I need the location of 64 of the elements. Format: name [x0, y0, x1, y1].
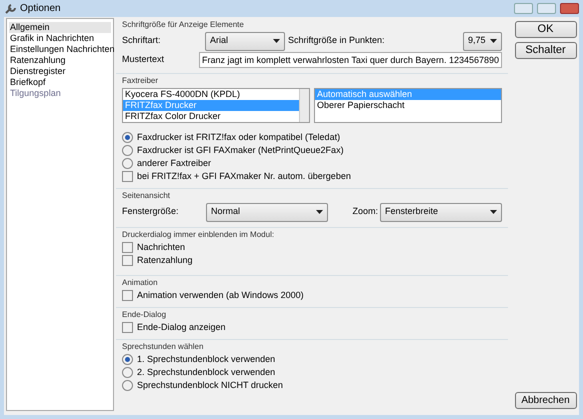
close-button[interactable] — [560, 3, 579, 14]
radio-button[interactable] — [122, 132, 133, 143]
dropdown-value: 9,75 — [468, 34, 486, 48]
option-label: Ende-Dialog anzeigen — [137, 320, 226, 334]
option-label: Animation verwenden (ab Windows 2000) — [137, 288, 304, 302]
list-item[interactable]: Oberer Papierschacht — [315, 100, 501, 111]
dropdown-caret-icon — [316, 210, 323, 214]
option-label: Nachrichten — [137, 240, 186, 254]
field-label: Fenstergröße: — [122, 205, 180, 218]
option-label: anderer Faxtreiber — [137, 156, 212, 170]
group-title: Schriftgröße für Anzeige Elemente — [122, 20, 245, 30]
option-label: bei FRITZ!fax + GFI FAXmaker Nr. autom. übergeben — [137, 170, 351, 183]
wrench-icon — [4, 2, 16, 14]
group-title: Animation — [122, 278, 159, 288]
dropdown-value: Normal — [211, 205, 240, 218]
sidebar-item[interactable]: Briefkopf — [9, 77, 111, 88]
group-title: Druckerdialog immer einblenden im Modul: — [122, 230, 276, 240]
field-label: Schriftart: — [122, 34, 162, 48]
sidebar-item[interactable]: Ratenzahlung — [9, 55, 111, 66]
option-label: Faxdrucker ist FRITZ!fax oder kompatibel (Teledat) — [137, 130, 340, 144]
list-item[interactable]: Kyocera FS-4000DN (KPDL) — [123, 89, 299, 100]
option-label: Ratenzahlung — [137, 254, 193, 267]
option-label: Sprechstundenblock NICHT drucken — [137, 378, 283, 392]
dropdown-value: Arial — [210, 34, 228, 48]
window-title: Optionen — [20, 2, 61, 16]
option-label: 2. Sprechstundenblock verwenden — [137, 366, 276, 379]
radio-button[interactable] — [122, 367, 133, 378]
field-label: Mustertext — [122, 52, 166, 66]
checkbox[interactable] — [122, 255, 133, 266]
font-dropdown[interactable]: Arial — [205, 32, 285, 50]
dropdown-caret-icon — [490, 39, 497, 43]
radio-button[interactable] — [122, 354, 133, 365]
scrollbar[interactable] — [299, 89, 309, 122]
field-label: Zoom: — [352, 205, 378, 218]
group-title: Ende-Dialog — [122, 310, 168, 320]
sidebar-item[interactable]: Dienstregister — [9, 66, 111, 77]
radio-button[interactable] — [122, 145, 133, 156]
dialog-button[interactable]: Schalter — [514, 42, 576, 59]
checkbox[interactable] — [122, 322, 133, 333]
group-title: Sprechstunden wählen — [122, 342, 204, 352]
cancel-button[interactable]: Abbrechen — [514, 392, 576, 409]
group-title: Faxtreiber — [122, 76, 160, 86]
radio-button[interactable] — [122, 158, 133, 169]
zoom-dropdown[interactable]: Fensterbreite — [380, 202, 502, 222]
option-label: 1. Sprechstundenblock verwenden — [137, 352, 276, 366]
dropdown-caret-icon — [273, 39, 280, 43]
dropdown-caret-icon — [490, 210, 497, 214]
window-size-dropdown[interactable]: Normal — [206, 202, 328, 222]
radio-button[interactable] — [122, 380, 133, 391]
dropdown-value: Fensterbreite — [385, 205, 438, 218]
minimize-button[interactable] — [514, 3, 533, 14]
checkbox[interactable] — [122, 242, 133, 253]
font-size-dropdown[interactable]: 9,75 — [463, 32, 502, 50]
sidebar-item[interactable]: Allgemein — [9, 22, 111, 33]
sample-text-field[interactable]: Franz jagt im komplett verwahrlosten Taxi quer durch Bayern. 1234567890 — [199, 52, 502, 68]
dialog-button[interactable]: OK — [514, 21, 576, 38]
maximize-button[interactable] — [537, 3, 556, 14]
sidebar-item[interactable]: Grafik in Nachrichten — [9, 33, 111, 44]
checkbox[interactable] — [122, 171, 133, 182]
field-label: Schriftgröße in Punkten: — [288, 34, 386, 48]
checkbox[interactable] — [122, 290, 133, 301]
option-label: Faxdrucker ist GFI FAXmaker (NetPrintQueue2Fax) — [137, 144, 344, 157]
list-item[interactable]: FRITZfax Color Drucker — [123, 111, 299, 122]
group-title: Seitenansicht — [122, 191, 172, 201]
